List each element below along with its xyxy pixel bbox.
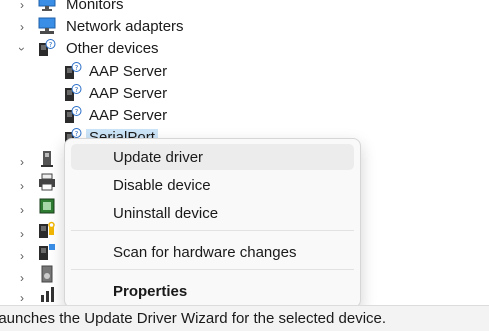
expand-chevron-icon[interactable]: ›	[16, 20, 28, 34]
disable-device-menu-item[interactable]: Disable device	[71, 172, 354, 198]
network-adapter-icon	[38, 17, 56, 34]
unknown-device-icon: ?	[39, 39, 56, 56]
tree-item-network-adapters[interactable]: Network adapters	[66, 18, 184, 35]
printer-icon	[39, 173, 55, 191]
menu-separator	[71, 269, 354, 270]
menu-item-label: Properties	[113, 282, 188, 300]
unknown-device-icon: ?	[65, 106, 82, 123]
menu-item-label: Update driver	[113, 148, 204, 166]
expand-chevron-icon[interactable]: ›	[16, 249, 28, 263]
unknown-device-icon: ?	[65, 62, 82, 79]
status-text: Launches the Update Driver Wizard for th…	[0, 310, 387, 327]
tree-item-other-devices[interactable]: Other devices	[66, 40, 159, 57]
svg-text:?: ?	[75, 86, 79, 94]
menu-separator	[71, 230, 354, 231]
svg-text:?: ?	[49, 41, 53, 49]
collapse-chevron-icon[interactable]: ›	[15, 43, 29, 55]
expand-chevron-icon[interactable]: ›	[16, 291, 28, 305]
menu-item-label: Scan for hardware changes	[113, 243, 297, 261]
status-bar: Launches the Update Driver Wizard for th…	[0, 305, 489, 331]
processor-icon	[39, 198, 55, 214]
menu-item-label: Disable device	[113, 176, 211, 194]
uninstall-device-menu-item[interactable]: Uninstall device	[71, 200, 354, 226]
expand-chevron-icon[interactable]: ›	[16, 203, 28, 217]
monitor-icon	[38, 0, 56, 11]
svg-text:?: ?	[75, 64, 79, 72]
expand-chevron-icon[interactable]: ›	[16, 179, 28, 193]
expand-chevron-icon[interactable]: ›	[16, 227, 28, 241]
tree-item-aap-server[interactable]: AAP Server	[89, 63, 167, 80]
unknown-device-icon: ?	[65, 84, 82, 101]
expand-chevron-icon[interactable]: ›	[16, 0, 28, 12]
storage-controller-icon	[41, 287, 54, 302]
context-menu: Update driver Disable device Uninstall d…	[64, 138, 361, 308]
menu-item-label: Uninstall device	[113, 204, 219, 222]
tree-item-aap-server[interactable]: AAP Server	[89, 107, 167, 124]
security-device-icon	[39, 221, 55, 238]
sound-device-icon	[41, 265, 53, 283]
ports-icon	[41, 151, 53, 167]
svg-text:?: ?	[75, 108, 79, 116]
update-driver-menu-item[interactable]: Update driver	[71, 144, 354, 170]
properties-menu-item[interactable]: Properties	[71, 278, 354, 304]
software-device-icon	[39, 244, 55, 260]
expand-chevron-icon[interactable]: ›	[16, 271, 28, 285]
scan-hardware-changes-menu-item[interactable]: Scan for hardware changes	[71, 239, 354, 265]
tree-item-aap-server[interactable]: AAP Server	[89, 85, 167, 102]
expand-chevron-icon[interactable]: ›	[16, 155, 28, 169]
svg-text:?: ?	[75, 130, 79, 138]
tree-item-monitors[interactable]: Monitors	[66, 0, 124, 13]
